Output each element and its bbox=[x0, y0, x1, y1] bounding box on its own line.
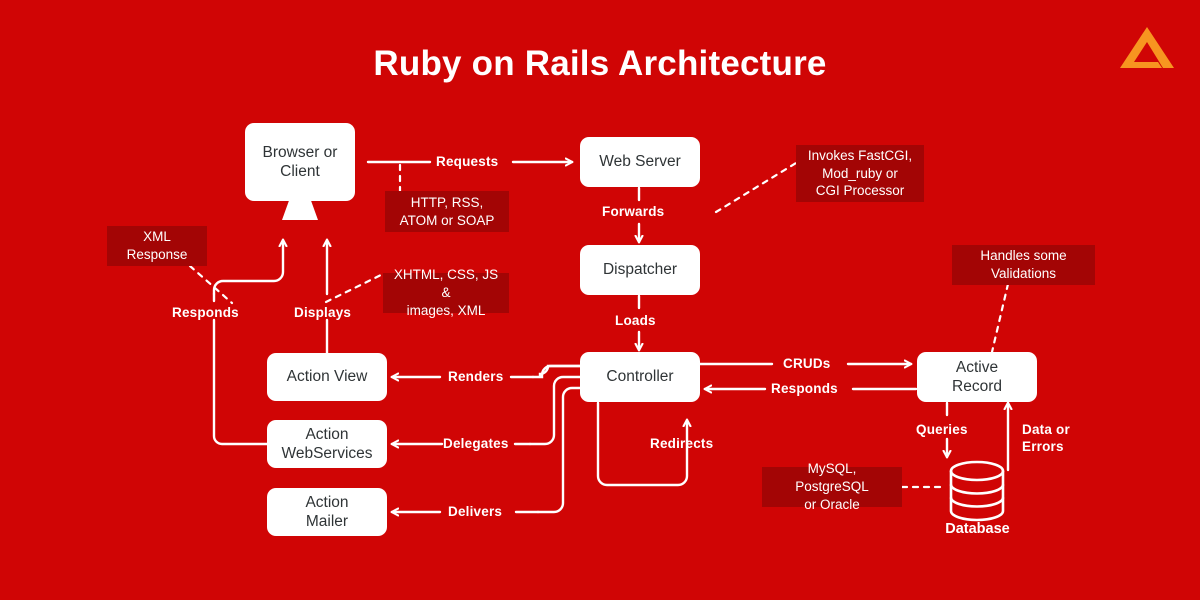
edge-label-data-or-errors-line1: Data or bbox=[1022, 422, 1070, 437]
node-browser-label-line2: Client bbox=[280, 163, 320, 180]
node-action-view[interactable]: Action View bbox=[267, 353, 387, 401]
annotation-invokes-fastcgi-line1: Invokes FastCGI, bbox=[807, 147, 913, 163]
node-web-server-label: Web Server bbox=[599, 153, 681, 171]
edge-label-delivers: Delivers bbox=[448, 504, 503, 519]
edge-label-redirects: Redirects bbox=[650, 436, 714, 451]
annotation-invokes-fastcgi-text: Invokes FastCGI, Mod_ruby or CGI Process… bbox=[808, 147, 912, 200]
node-action-mailer-label: Action Mailer bbox=[305, 493, 348, 532]
page-title: Ruby on Rails Architecture bbox=[373, 44, 827, 83]
node-action-webservices-label: Action WebServices bbox=[281, 425, 372, 464]
annotation-xhtml-assets-line1: XHTML, CSS, JS & bbox=[393, 267, 499, 301]
node-browser-label: Browser or Client bbox=[263, 143, 338, 182]
node-dispatcher-label: Dispatcher bbox=[602, 261, 678, 279]
connector-lines bbox=[188, 0, 1200, 600]
annotation-http-protocols-text: HTTP, RSS, ATOM or SOAP bbox=[400, 194, 495, 230]
annotation-database-engines-line2: or Oracle bbox=[804, 496, 860, 512]
node-active-record[interactable]: Active Record bbox=[917, 352, 1037, 402]
node-browser-screen: Browser or Client bbox=[245, 123, 355, 201]
node-active-record-label: Active Record bbox=[952, 358, 1002, 397]
annotation-handles-validations-line2: Validations bbox=[990, 266, 1057, 281]
node-action-view-label: Action View bbox=[286, 368, 368, 386]
node-active-record-label-line1: Active bbox=[955, 358, 999, 376]
node-action-webservices-label-line2: WebServices bbox=[281, 445, 373, 462]
edge-label-loads: Loads bbox=[615, 313, 656, 328]
node-action-webservices-label-line1: Action bbox=[305, 425, 349, 443]
edge-label-responds-browser: Responds bbox=[172, 305, 239, 320]
edge-label-displays: Displays bbox=[294, 305, 352, 320]
database-caption: Database bbox=[945, 521, 1010, 537]
node-active-record-label-line2: Record bbox=[952, 378, 1002, 395]
annotation-xhtml-assets-text: XHTML, CSS, JS & images, XML bbox=[391, 266, 501, 319]
annotation-database-engines-line1: MySQL, PostgreSQL bbox=[795, 461, 869, 495]
edge-label-data-or-errors: Data or Errors bbox=[1022, 422, 1070, 456]
node-action-webservices[interactable]: Action WebServices bbox=[267, 420, 387, 468]
annotation-invokes-fastcgi: Invokes FastCGI, Mod_ruby or CGI Process… bbox=[796, 145, 924, 202]
edge-label-renders: Renders bbox=[448, 369, 504, 384]
annotation-invokes-fastcgi-line2: Mod_ruby or bbox=[822, 165, 898, 181]
annotation-handles-validations: Handles some Validations bbox=[952, 245, 1095, 285]
annotation-http-protocols-line1: HTTP, RSS, bbox=[410, 194, 484, 210]
monitor-stand-icon bbox=[282, 200, 318, 220]
edge-label-delegates: Delegates bbox=[443, 436, 509, 451]
annotation-xml-response-line1: XML bbox=[143, 229, 171, 245]
node-action-mailer[interactable]: Action Mailer bbox=[267, 488, 387, 536]
annotation-http-protocols-line2: ATOM or SOAP bbox=[399, 212, 495, 228]
annotation-handles-validations-text: Handles some Validations bbox=[980, 247, 1066, 283]
node-action-mailer-label-line2: Mailer bbox=[305, 513, 349, 530]
annotation-invokes-fastcgi-line3: CGI Processor bbox=[815, 183, 905, 199]
node-dispatcher[interactable]: Dispatcher bbox=[580, 245, 700, 295]
annotation-database-engines: MySQL, PostgreSQL or Oracle bbox=[762, 461, 902, 512]
node-controller[interactable]: Controller bbox=[580, 352, 700, 402]
edge-label-data-or-errors-line2: Errors bbox=[1022, 438, 1064, 454]
edge-label-forwards: Forwards bbox=[602, 204, 665, 219]
annotation-xhtml-assets: XHTML, CSS, JS & images, XML bbox=[383, 267, 509, 318]
node-browser-label-line1: Browser or bbox=[262, 143, 338, 161]
edge-label-requests: Requests bbox=[436, 154, 499, 169]
node-browser[interactable]: Browser or Client bbox=[245, 123, 355, 223]
edge-label-queries: Queries bbox=[916, 422, 968, 437]
diagram-canvas: Ruby on Rails Architecture Browser or Cl… bbox=[0, 0, 1200, 600]
edge-label-responds-controller: Responds bbox=[771, 381, 838, 396]
node-web-server[interactable]: Web Server bbox=[580, 137, 700, 187]
annotation-xml-response-line2: Response bbox=[126, 247, 188, 262]
annotation-handles-validations-line1: Handles some bbox=[980, 248, 1067, 264]
annotation-xhtml-assets-line2: images, XML bbox=[406, 302, 486, 318]
triangle-logo bbox=[1118, 24, 1176, 70]
annotation-database-engines-text: MySQL, PostgreSQL or Oracle bbox=[770, 460, 894, 513]
annotation-xml-response: XML Response bbox=[107, 226, 207, 266]
edge-label-cruds: CRUDs bbox=[783, 356, 831, 371]
node-action-mailer-label-line1: Action bbox=[305, 493, 349, 511]
database-cylinder-icon[interactable] bbox=[948, 460, 1006, 522]
annotation-xml-response-text: XML Response bbox=[127, 228, 188, 264]
annotation-http-protocols: HTTP, RSS, ATOM or SOAP bbox=[385, 191, 509, 232]
node-controller-label: Controller bbox=[606, 368, 674, 386]
